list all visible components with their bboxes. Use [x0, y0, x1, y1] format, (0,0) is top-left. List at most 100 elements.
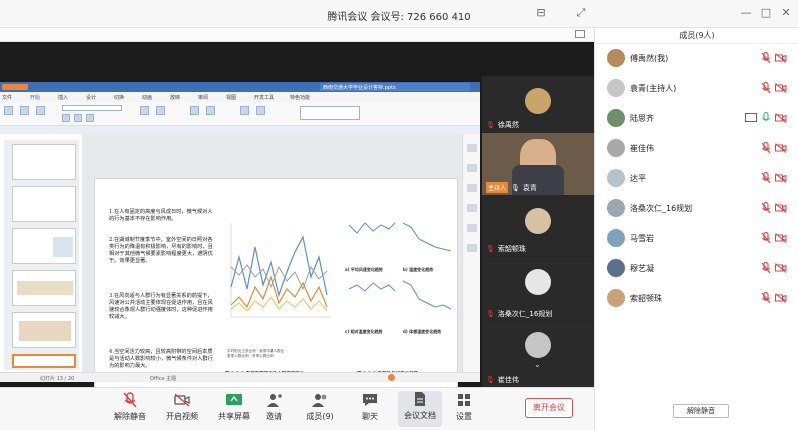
select-icon[interactable]: [256, 106, 265, 115]
member-row[interactable]: 马雪岩: [595, 224, 798, 252]
fullscreen-icon[interactable]: ⤢: [575, 7, 587, 19]
members-button[interactable]: 成员(9): [298, 392, 342, 422]
slide-bullet: 1.在人有固定的高度与风成日时，微气候对人的行为基本不存在影响作用。: [109, 209, 213, 222]
italic-icon[interactable]: [74, 114, 82, 122]
meeting-docs-button[interactable]: 会议文档: [398, 391, 442, 427]
member-row[interactable]: 陆思齐: [595, 104, 798, 132]
slide-thumbnail[interactable]: [12, 270, 76, 306]
list-icon[interactable]: [156, 106, 165, 115]
member-row[interactable]: 袁青(主持人): [595, 74, 798, 102]
mic-muted-icon[interactable]: [761, 262, 771, 274]
shape-icon[interactable]: [190, 106, 199, 115]
wps-menu-item[interactable]: 开始: [30, 94, 40, 101]
member-row[interactable]: 索韶顿珠: [595, 284, 798, 312]
video-tile[interactable]: 🎙 崔佳伟 ⌄: [482, 322, 594, 387]
align-icon[interactable]: [140, 106, 149, 115]
wps-menu-item[interactable]: 插入: [58, 94, 68, 101]
toolbar-label: 设置: [456, 412, 472, 421]
unmute-all-button[interactable]: 解除静音: [673, 404, 729, 418]
member-row[interactable]: 崔佳伟: [595, 134, 798, 162]
share-screen-button[interactable]: 共享屏幕: [212, 392, 256, 422]
font-select[interactable]: [62, 105, 122, 111]
wps-menu-item[interactable]: 视图: [226, 94, 236, 101]
camera-off-icon[interactable]: [775, 83, 787, 93]
mic-muted-icon[interactable]: [761, 82, 771, 94]
side-tool-icon[interactable]: [467, 204, 477, 212]
wps-menu-item[interactable]: 放映: [170, 94, 180, 101]
camera-off-icon[interactable]: [775, 233, 787, 243]
wps-menu-item[interactable]: 特色功能: [290, 94, 310, 101]
camera-off-icon[interactable]: [775, 53, 787, 63]
mic-muted-icon[interactable]: [761, 52, 771, 64]
camera-off-icon[interactable]: [775, 113, 787, 123]
find-icon[interactable]: [240, 106, 249, 115]
wps-panel-tabs: [0, 126, 480, 134]
slide-thumbnail[interactable]: [12, 186, 76, 222]
style-gallery[interactable]: [300, 106, 360, 120]
minimize-button[interactable]: —: [740, 7, 752, 19]
close-button[interactable]: ✕: [780, 7, 792, 19]
leave-meeting-button[interactable]: 离开会议: [525, 398, 573, 418]
slide-thumbnail[interactable]: [12, 228, 76, 264]
wps-menu-item[interactable]: 切换: [114, 94, 124, 101]
bold-icon[interactable]: [62, 114, 70, 122]
maximize-button[interactable]: □: [760, 7, 772, 19]
layout-icon[interactable]: [575, 30, 585, 38]
wps-menu-item[interactable]: 文件: [2, 94, 12, 101]
wps-menu-item[interactable]: 设计: [86, 94, 96, 101]
video-tile[interactable]: 🎙 索韶顿珠: [482, 196, 594, 256]
toolbar-label: 解除静音: [114, 412, 146, 421]
side-tool-icon[interactable]: [467, 244, 477, 252]
unmute-button[interactable]: 解除静音: [108, 392, 152, 422]
mic-muted-icon[interactable]: [761, 172, 771, 184]
member-row[interactable]: 穆艺凝: [595, 254, 798, 282]
avatar: [607, 169, 625, 187]
wps-menu-item[interactable]: 审阅: [198, 94, 208, 101]
camera-off-icon[interactable]: [775, 203, 787, 213]
toolbar-label: 成员(9): [306, 412, 334, 421]
side-tool-icon[interactable]: [467, 224, 477, 232]
wps-menu-item[interactable]: 动画: [142, 94, 152, 101]
paste-icon[interactable]: [4, 106, 13, 115]
slide-thumbnail[interactable]: [12, 144, 76, 180]
invite-button[interactable]: 邀请: [252, 392, 296, 422]
pin-icon[interactable]: ⊟: [535, 7, 547, 19]
member-row[interactable]: 达平: [595, 164, 798, 192]
camera-off-icon[interactable]: [775, 143, 787, 153]
avatar: [525, 332, 551, 358]
mic-muted-icon[interactable]: [761, 292, 771, 304]
camera-off-icon[interactable]: [775, 173, 787, 183]
wps-doc-tab[interactable]: 西南交通大学毕业设计答辩.pptx: [320, 83, 470, 91]
chevron-down-icon[interactable]: ⌄: [534, 360, 541, 369]
video-tile-active[interactable]: 主持人 🎙 袁青: [482, 133, 594, 195]
settings-button[interactable]: 设置: [442, 392, 486, 422]
member-name: 达平: [630, 174, 646, 183]
side-tool-icon[interactable]: [467, 184, 477, 192]
wps-menu-item[interactable]: 开发工具: [254, 94, 274, 101]
slide-bullet: 3.在风向适与人群行为有显著关系的前提下，风速对公共活动主要体现在促进作用，且在…: [109, 293, 213, 320]
mic-muted-icon[interactable]: [761, 202, 771, 214]
chat-button[interactable]: 聊天: [348, 392, 392, 422]
camera-off-icon[interactable]: [775, 293, 787, 303]
layout-icon[interactable]: [36, 106, 45, 115]
video-tile[interactable]: 🎙 徐禹然: [482, 76, 594, 132]
mic-muted-icon: 🎙: [486, 310, 495, 318]
slide-thumbnail-selected[interactable]: [12, 354, 76, 368]
mic-muted-icon[interactable]: [761, 232, 771, 244]
member-row[interactable]: 傅禹然(我): [595, 44, 798, 72]
mic-muted-icon[interactable]: [761, 142, 771, 154]
play-icon[interactable]: [388, 374, 395, 381]
new-slide-icon[interactable]: [20, 106, 29, 115]
side-tool-icon[interactable]: [467, 164, 477, 172]
member-row[interactable]: 洛桑次仁_16规划: [595, 194, 798, 222]
underline-icon[interactable]: [86, 114, 94, 122]
mic-icon[interactable]: [761, 112, 771, 124]
video-tile[interactable]: 🎙 洛桑次仁_16规划: [482, 257, 594, 321]
seasonal-crowd-chart: [230, 223, 331, 318]
arrange-icon[interactable]: [206, 106, 215, 115]
side-tool-icon[interactable]: [467, 144, 477, 152]
start-video-button[interactable]: 开启视频: [160, 392, 204, 422]
slide-canvas: 1.在人有固定的高度与风成日时，微气候对人的行为基本不存在影响作用。 2.在湖城…: [82, 134, 462, 388]
slide-thumbnail[interactable]: [12, 312, 76, 348]
camera-off-icon[interactable]: [775, 263, 787, 273]
